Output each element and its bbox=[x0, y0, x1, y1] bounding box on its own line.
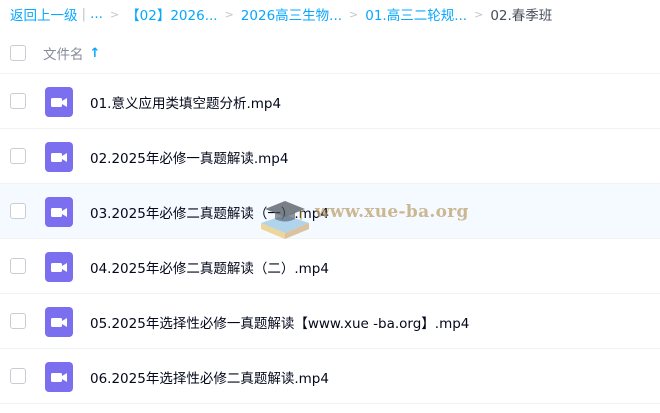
sort-by-name-button[interactable]: 文件名 ↑ bbox=[43, 43, 101, 64]
file-name[interactable]: 05.2025年选择性必修一真题解读【www.xue -ba.org】.mp4 bbox=[90, 312, 469, 332]
list-item[interactable]: 05.2025年选择性必修一真题解读【www.xue -ba.org】.mp4 bbox=[0, 294, 660, 349]
row-checkbox[interactable] bbox=[10, 148, 26, 164]
video-file-icon bbox=[45, 307, 73, 337]
file-list: 01.意义应用类填空题分析.mp4 02.2025年必修一真题解读.mp4 03… bbox=[0, 74, 660, 404]
row-checkbox[interactable] bbox=[10, 368, 26, 384]
video-file-icon bbox=[45, 362, 73, 392]
breadcrumb-item[interactable]: 【02】2026... bbox=[126, 4, 217, 24]
list-item[interactable]: 01.意义应用类填空题分析.mp4 bbox=[0, 74, 660, 129]
file-name[interactable]: 02.2025年必修一真题解读.mp4 bbox=[90, 147, 288, 167]
row-checkbox[interactable] bbox=[10, 258, 26, 274]
file-name[interactable]: 03.2025年必修二真题解读（一）.mp4 bbox=[90, 202, 329, 222]
breadcrumb: 返回上一级 | ... > 【02】2026... > 2026高三生物... … bbox=[10, 4, 552, 24]
breadcrumb-item[interactable]: 01.高三二轮规... bbox=[365, 4, 467, 24]
video-file-icon bbox=[45, 87, 73, 117]
chevron-right-icon: > bbox=[349, 7, 359, 21]
row-checkbox[interactable] bbox=[10, 93, 26, 109]
video-file-icon bbox=[45, 252, 73, 282]
file-name[interactable]: 06.2025年选择性必修二真题解读.mp4 bbox=[90, 367, 329, 387]
file-name[interactable]: 04.2025年必修二真题解读（二）.mp4 bbox=[90, 257, 329, 277]
breadcrumb-current: 02.春季班 bbox=[490, 8, 553, 24]
chevron-right-icon: > bbox=[109, 7, 120, 21]
row-checkbox[interactable] bbox=[10, 313, 26, 329]
list-item[interactable]: 02.2025年必修一真题解读.mp4 bbox=[0, 129, 660, 184]
file-name[interactable]: 01.意义应用类填空题分析.mp4 bbox=[90, 92, 281, 112]
list-item[interactable]: 06.2025年选择性必修二真题解读.mp4 bbox=[0, 349, 660, 404]
row-checkbox[interactable] bbox=[10, 203, 26, 219]
video-file-icon bbox=[45, 197, 73, 227]
select-all-checkbox[interactable] bbox=[10, 45, 26, 61]
video-file-icon bbox=[45, 142, 73, 172]
chevron-right-icon: > bbox=[474, 7, 484, 21]
file-list-page: 返回上一级 | ... > 【02】2026... > 2026高三生物... … bbox=[0, 0, 660, 413]
chevron-right-icon: > bbox=[224, 7, 234, 21]
column-header-filename: 文件名 bbox=[43, 47, 84, 63]
breadcrumb-item[interactable]: 2026高三生物... bbox=[241, 4, 342, 24]
back-link[interactable]: 返回上一级 bbox=[10, 4, 78, 24]
list-header: 文件名 ↑ bbox=[0, 33, 660, 74]
list-item[interactable]: 04.2025年必修二真题解读（二）.mp4 bbox=[0, 239, 660, 294]
breadcrumb-divider: | bbox=[81, 6, 87, 22]
arrow-up-icon: ↑ bbox=[89, 45, 101, 61]
list-item[interactable]: 03.2025年必修二真题解读（一）.mp4 bbox=[0, 184, 660, 239]
breadcrumb-ellipsis[interactable]: ... bbox=[90, 6, 103, 22]
